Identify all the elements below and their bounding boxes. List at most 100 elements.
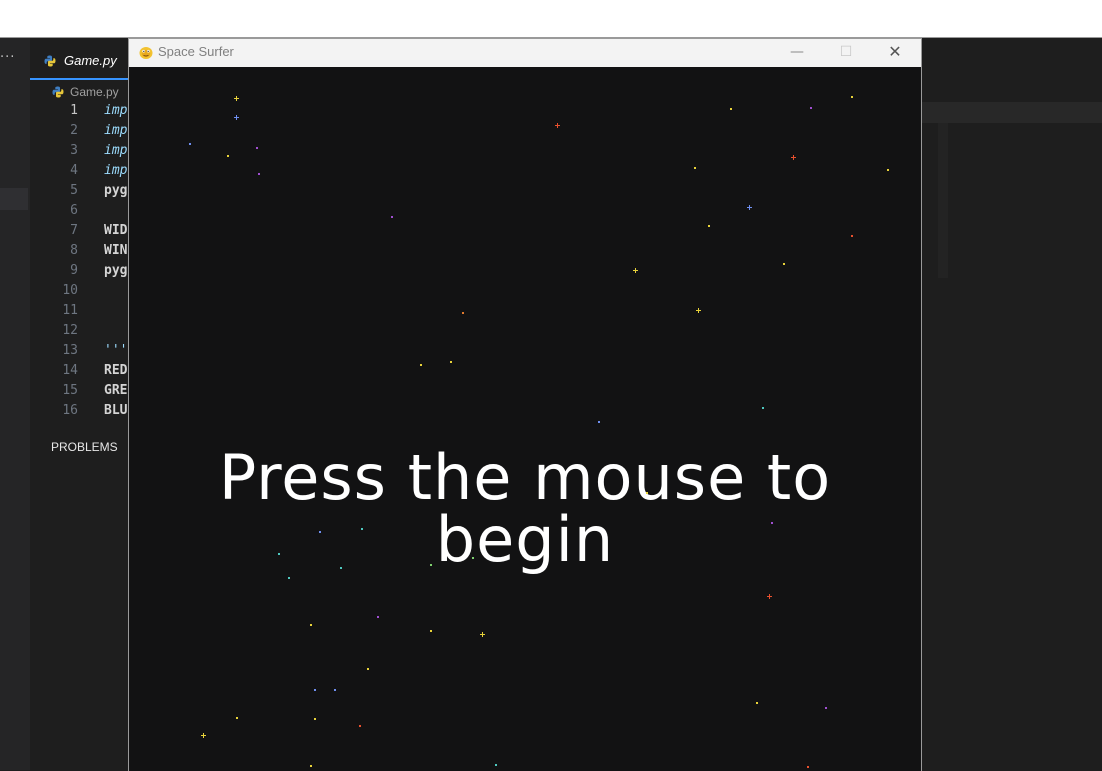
code-line[interactable]: 16 BLU xyxy=(0,403,130,423)
star xyxy=(319,531,321,533)
line-number: 5 xyxy=(70,183,78,198)
window-title: Space Surfer xyxy=(158,44,234,59)
line-number: 12 xyxy=(62,323,78,338)
code-line[interactable]: 8 WIN xyxy=(0,243,130,263)
tab-label: Game.py xyxy=(64,53,117,68)
tab-game-py[interactable]: Game.py xyxy=(30,38,130,80)
code-text: pyg xyxy=(104,263,128,278)
star xyxy=(310,624,312,626)
star xyxy=(887,169,889,171)
game-canvas[interactable]: Press the mouse to begin xyxy=(129,67,921,771)
star xyxy=(201,733,206,738)
star xyxy=(633,268,638,273)
code-text: BLU xyxy=(104,403,128,418)
star xyxy=(825,707,827,709)
code-line[interactable]: 1 imp xyxy=(0,103,130,123)
star xyxy=(450,361,452,363)
line-number: 10 xyxy=(62,283,78,298)
star xyxy=(480,632,485,637)
panel-tab-problems[interactable]: PROBLEMS xyxy=(51,440,118,454)
minimize-button[interactable]: — xyxy=(774,39,820,67)
game-window: Space Surfer — ☐ ✕ Press the mouse to be… xyxy=(128,38,922,771)
star xyxy=(730,108,732,110)
star xyxy=(762,407,764,409)
code-text: imp xyxy=(104,123,128,138)
code-line[interactable]: 14 RED xyxy=(0,363,130,383)
minimap[interactable] xyxy=(938,123,948,278)
star xyxy=(334,689,336,691)
top-strip xyxy=(0,0,1102,38)
line-number: 2 xyxy=(70,123,78,138)
star xyxy=(696,308,701,313)
close-icon: ✕ xyxy=(888,42,902,61)
star xyxy=(258,173,260,175)
code-text: pyg xyxy=(104,183,128,198)
star xyxy=(359,725,361,727)
star xyxy=(430,564,432,566)
more-actions-icon[interactable]: ··· xyxy=(0,50,15,65)
line-number: 9 xyxy=(70,263,78,278)
star xyxy=(694,167,696,169)
star xyxy=(767,594,772,599)
minimize-icon: — xyxy=(790,44,804,60)
star xyxy=(747,205,752,210)
line-number: 1 xyxy=(70,103,78,118)
star xyxy=(377,616,379,618)
star xyxy=(367,668,369,670)
code-line[interactable]: 7 WID xyxy=(0,223,130,243)
code-line[interactable]: 13 ''' xyxy=(0,343,130,363)
star xyxy=(851,96,853,98)
code-line[interactable]: 11 xyxy=(0,303,130,323)
code-line[interactable]: 6 xyxy=(0,203,130,223)
star xyxy=(472,557,474,559)
star xyxy=(189,143,191,145)
python-file-icon xyxy=(52,86,64,98)
code-text: WID xyxy=(104,223,128,238)
code-line[interactable]: 9 pyg xyxy=(0,263,130,283)
star xyxy=(495,764,497,766)
line-number: 7 xyxy=(70,223,78,238)
star xyxy=(462,312,464,314)
star xyxy=(391,216,393,218)
star xyxy=(236,717,238,719)
star xyxy=(278,553,280,555)
python-file-icon xyxy=(44,55,56,67)
code-text: RED xyxy=(104,363,128,378)
code-line[interactable]: 15 GRE xyxy=(0,383,130,403)
code-text: ''' xyxy=(104,343,128,358)
star xyxy=(810,107,812,109)
line-number: 16 xyxy=(62,403,78,418)
start-prompt: Press the mouse to begin xyxy=(218,441,832,576)
star xyxy=(256,147,258,149)
star xyxy=(310,765,312,767)
close-button[interactable]: ✕ xyxy=(872,39,918,67)
star xyxy=(807,766,809,768)
line-number: 14 xyxy=(62,363,78,378)
star xyxy=(234,96,239,101)
window-titlebar[interactable]: Space Surfer — ☐ ✕ xyxy=(129,39,921,67)
star xyxy=(771,522,773,524)
line-number: 6 xyxy=(70,203,78,218)
line-number: 3 xyxy=(70,143,78,158)
code-line[interactable]: 5 pyg xyxy=(0,183,130,203)
star xyxy=(314,718,316,720)
star xyxy=(227,155,229,157)
star xyxy=(598,421,600,423)
maximize-button[interactable]: ☐ xyxy=(823,39,869,67)
star xyxy=(646,492,648,494)
star xyxy=(314,689,316,691)
code-line[interactable]: 2 imp xyxy=(0,123,130,143)
maximize-icon: ☐ xyxy=(839,44,853,60)
code-line[interactable]: 10 xyxy=(0,283,130,303)
line-number: 4 xyxy=(70,163,78,178)
code-line[interactable]: 3 imp xyxy=(0,143,130,163)
current-line-highlight xyxy=(921,102,1102,123)
line-number: 11 xyxy=(62,303,78,318)
line-number: 15 xyxy=(62,383,78,398)
star xyxy=(555,123,560,128)
code-line[interactable]: 4 imp xyxy=(0,163,130,183)
code-line[interactable]: 12 xyxy=(0,323,130,343)
code-text: imp xyxy=(104,163,128,178)
line-number: 13 xyxy=(62,343,78,358)
code-text: GRE xyxy=(104,383,128,398)
